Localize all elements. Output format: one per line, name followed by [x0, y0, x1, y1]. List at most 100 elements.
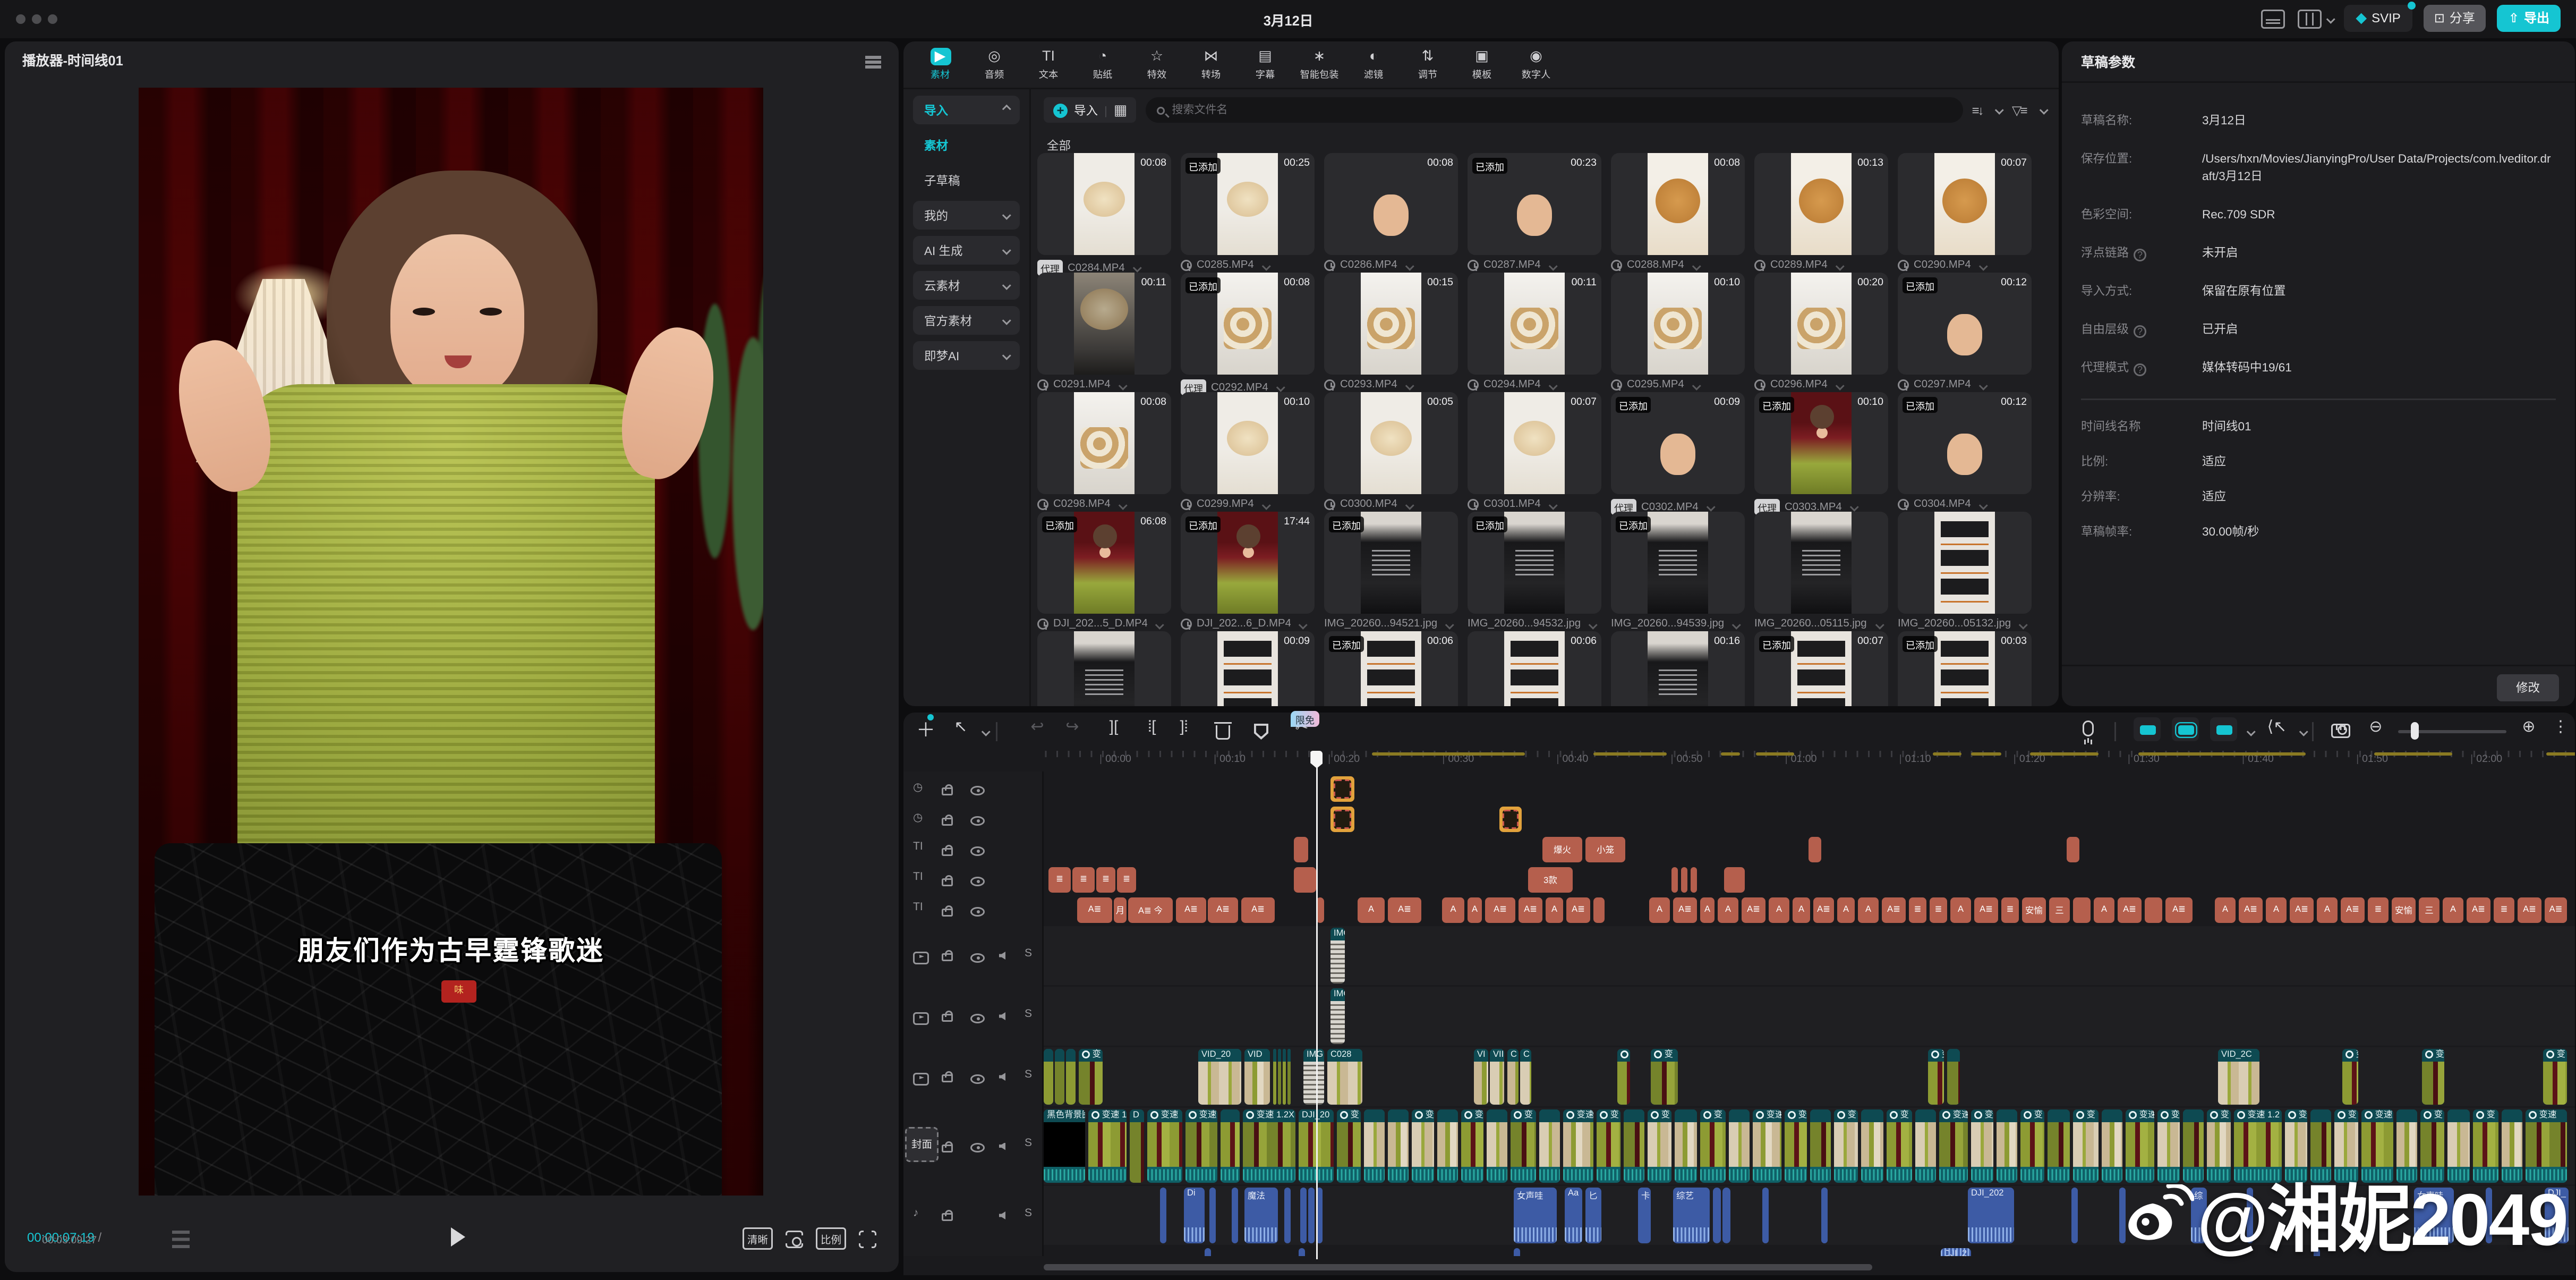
media-item[interactable]: 00:15C0293.MP4: [1324, 273, 1458, 391]
text-clip[interactable]: A≣: [2165, 897, 2193, 923]
text-clip[interactable]: A: [2215, 897, 2236, 923]
video-clip[interactable]: 变速 1.2: [1753, 1109, 1781, 1183]
media-item[interactable]: 已添加00:03: [1898, 631, 2032, 706]
lock-icon[interactable]: [942, 1213, 953, 1221]
timeline-ruler[interactable]: 00:0000:1000:2000:3000:4000:5001:0001:10…: [1044, 751, 2575, 772]
audio-clip[interactable]: Di: [1184, 1188, 1205, 1243]
text-clip[interactable]: A≣: [2239, 897, 2263, 923]
video-clip[interactable]: 变: [1971, 1109, 1993, 1183]
link-chevron-icon[interactable]: [2247, 727, 2255, 735]
text-clip[interactable]: 三: [2049, 897, 2070, 923]
tab-素材[interactable]: ▶素材: [913, 48, 967, 81]
preview-chevron-icon[interactable]: [2300, 727, 2308, 735]
speaker-icon[interactable]: [999, 1142, 1005, 1150]
sidebar-item-子草稿[interactable]: 子草稿: [913, 166, 1020, 194]
frame-grid-icon[interactable]: [172, 1231, 190, 1248]
mic-icon[interactable]: [2083, 720, 2094, 736]
share-button[interactable]: ⊡ 分享: [2423, 5, 2486, 32]
item-chevron-icon[interactable]: [1119, 381, 1127, 389]
cover-badge[interactable]: 封面: [905, 1127, 939, 1162]
lock-icon[interactable]: [942, 787, 953, 795]
media-item[interactable]: 00:07C0290.MP4: [1898, 153, 2032, 271]
video-clip[interactable]: [1044, 1049, 1053, 1105]
media-item[interactable]: IMG_20260...05132.jpg: [1898, 512, 2032, 630]
text-clip[interactable]: A≣: [1208, 897, 1238, 923]
text-clip[interactable]: A: [1858, 897, 1879, 923]
text-clip[interactable]: A≣: [2518, 897, 2541, 923]
redo-button[interactable]: ↪: [1060, 719, 1085, 736]
text-clip[interactable]: A≣: [2545, 897, 2567, 923]
video-clip[interactable]: [1055, 1049, 1064, 1105]
help-icon[interactable]: ?: [2134, 249, 2146, 261]
video-clip[interactable]: D: [1130, 1109, 1144, 1183]
video-clip[interactable]: [1624, 1109, 1644, 1183]
item-chevron-icon[interactable]: [1300, 620, 1308, 628]
text-clip[interactable]: A≣: [1974, 897, 1998, 923]
text-clip[interactable]: A≣: [1176, 897, 1206, 923]
text-clip[interactable]: A: [2443, 897, 2463, 923]
eye-icon[interactable]: [970, 1013, 985, 1023]
video-clip[interactable]: [1221, 1109, 1240, 1183]
video-clip[interactable]: 变: [2342, 1049, 2358, 1105]
text-clip[interactable]: A≣: [1566, 897, 1590, 923]
video-clip[interactable]: [1947, 1049, 1960, 1105]
text-clip[interactable]: A: [2317, 897, 2338, 923]
text-clip[interactable]: [1671, 867, 1678, 893]
video-clip[interactable]: 变: [1412, 1109, 1434, 1183]
video-clip[interactable]: 变: [2073, 1109, 2099, 1183]
S-icon[interactable]: S: [1025, 1008, 1032, 1020]
sticker-clip[interactable]: [1330, 807, 1354, 832]
layout-bottom-icon[interactable]: [2261, 9, 2285, 28]
player-menu-icon[interactable]: [865, 56, 881, 58]
text-clip[interactable]: A≣: [1485, 897, 1515, 923]
video-clip[interactable]: 变速: [1185, 1109, 1217, 1183]
audio-clip[interactable]: [1209, 1188, 1216, 1243]
media-item[interactable]: 已添加17:44DJI_202...6_D.MP4: [1181, 512, 1315, 630]
video-clip[interactable]: [1861, 1109, 1883, 1183]
split-left-tool[interactable]: ⦙[: [1139, 719, 1165, 736]
video-clip[interactable]: [1283, 1049, 1286, 1105]
audio-clip[interactable]: DJI_2: [1941, 1248, 1971, 1256]
text-clip[interactable]: 安愉: [2392, 897, 2416, 923]
tab-模板[interactable]: ▣模板: [1455, 48, 1509, 81]
quality-button[interactable]: 清晰: [743, 1227, 773, 1250]
text-clip[interactable]: 3款: [1528, 867, 1573, 893]
media-item[interactable]: 00:11C0294.MP4: [1468, 273, 1601, 391]
text-clip[interactable]: [1691, 867, 1697, 893]
text-clip[interactable]: A: [2094, 897, 2114, 923]
tab-特效[interactable]: ☆特效: [1130, 48, 1184, 81]
text-clip[interactable]: A: [1718, 897, 1738, 923]
item-chevron-icon[interactable]: [1707, 503, 1715, 511]
video-clip[interactable]: 变: [1511, 1109, 1536, 1183]
video-clip[interactable]: 变: [1887, 1109, 1912, 1183]
zoom-slider-thumb[interactable]: [2411, 722, 2419, 740]
eye-icon[interactable]: [970, 846, 985, 856]
text-clip[interactable]: A≣: [2290, 897, 2314, 923]
lock-icon[interactable]: [942, 847, 953, 855]
video-clip[interactable]: VID: [1244, 1049, 1270, 1105]
video-clip[interactable]: C: [1520, 1049, 1531, 1105]
text-clip[interactable]: ≣: [1909, 897, 1926, 923]
media-item[interactable]: [1037, 631, 1171, 706]
lock-icon[interactable]: [942, 878, 953, 886]
tab-转场[interactable]: ⋈转场: [1184, 48, 1238, 81]
speaker-icon[interactable]: [999, 952, 1005, 960]
item-chevron-icon[interactable]: [1693, 381, 1701, 389]
tab-滤镜[interactable]: ◐滤镜: [1346, 48, 1401, 81]
audio-clip[interactable]: [1232, 1188, 1238, 1243]
media-item[interactable]: 00:06: [1468, 631, 1601, 706]
tab-音频[interactable]: ◎音频: [967, 48, 1021, 81]
text-clip[interactable]: A≣: [2341, 897, 2365, 923]
item-chevron-icon[interactable]: [1980, 261, 1988, 269]
modify-button[interactable]: 修改: [2497, 674, 2559, 701]
text-clip[interactable]: ≣: [1072, 867, 1095, 893]
audio-clip[interactable]: [1284, 1188, 1291, 1243]
link-toggle[interactable]: [2210, 717, 2237, 741]
media-item[interactable]: 已添加IMG_20260...94521.jpg: [1324, 512, 1458, 630]
media-item[interactable]: 00:09: [1181, 631, 1315, 706]
video-clip[interactable]: VII: [1490, 1049, 1504, 1105]
svip-button[interactable]: ◆ SVIP: [2344, 5, 2411, 32]
media-item[interactable]: 已添加IMG_20260...94539.jpg: [1611, 512, 1745, 630]
text-clip[interactable]: A≣: [1077, 897, 1112, 923]
text-clip[interactable]: ≣: [1930, 897, 1947, 923]
